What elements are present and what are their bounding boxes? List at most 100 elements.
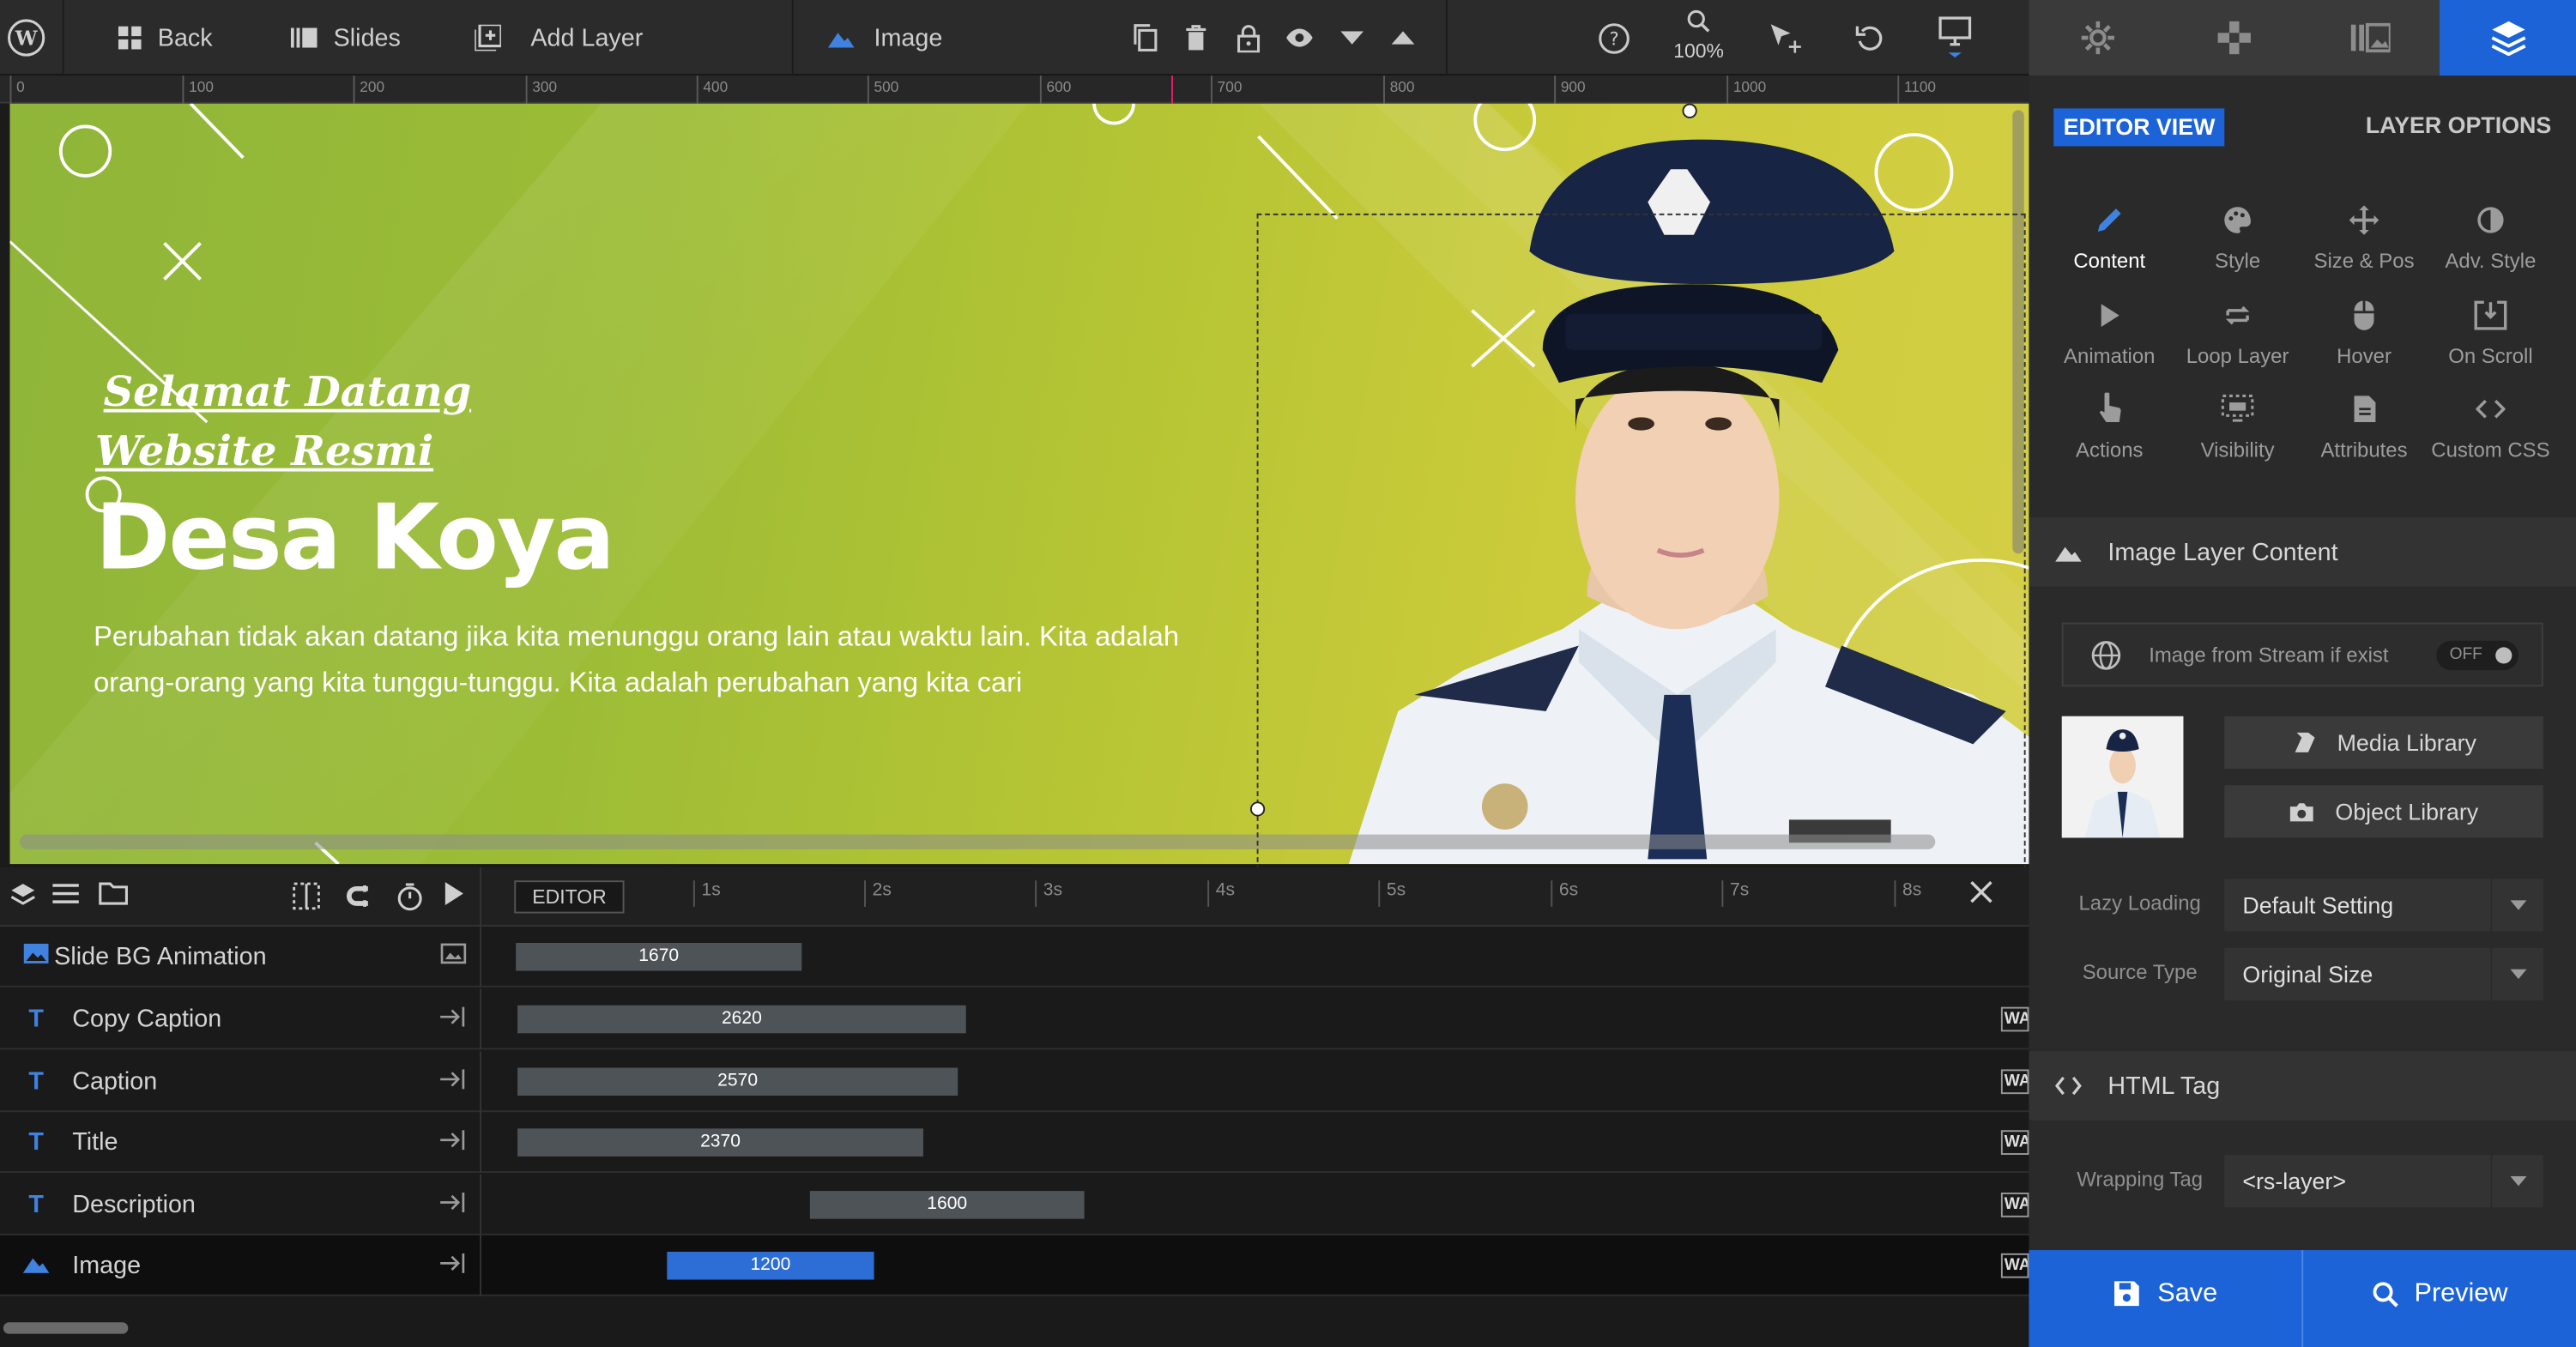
align-end-icon[interactable] <box>440 1006 469 1032</box>
wordpress-logo-button[interactable]: W <box>7 0 46 76</box>
select-area-icon[interactable] <box>293 882 322 911</box>
code-icon <box>2476 399 2506 419</box>
source-type-value: Original Size <box>2242 961 2373 988</box>
timeline-ruler[interactable]: EDITOR 1s 2s 3s 4s 5s 6s 7s 8s <box>481 867 2029 927</box>
option-content[interactable]: Content <box>2046 201 2174 287</box>
layer-name-cell[interactable]: Image <box>0 1235 481 1296</box>
layer-selection-box[interactable] <box>1256 213 2026 867</box>
align-end-icon[interactable] <box>440 1068 469 1095</box>
option-adv-style[interactable]: Adv. Style <box>2427 201 2555 287</box>
loop-icon <box>2225 305 2250 325</box>
tab-settings[interactable] <box>2029 0 2165 76</box>
top-toolbar: W Back Slides Add Layer Image ? 100% <box>0 0 2029 76</box>
move-layer-up-icon[interactable] <box>1385 20 1421 56</box>
source-type-select[interactable]: Original Size <box>2224 947 2543 1001</box>
slides-button[interactable]: Slides <box>290 0 401 76</box>
layer-duration-bar[interactable]: 2570 <box>517 1067 958 1096</box>
desktop-view-icon[interactable] <box>1937 16 1973 58</box>
slide-canvas[interactable]: Selamat Datang Website Resmi Desa Koya P… <box>0 103 2029 867</box>
option-label: Visibility <box>2200 438 2275 462</box>
timeline-row-copy-caption[interactable]: T Copy Caption 2620 WA <box>0 988 2029 1050</box>
html-tag-section[interactable]: HTML Tag <box>2029 1051 2576 1120</box>
lazy-loading-select[interactable]: Default Setting <box>2224 879 2543 932</box>
slide-description[interactable]: Perubahan tidak akan datang jika kita me… <box>94 614 1211 706</box>
option-animation[interactable]: Animation <box>2046 296 2174 382</box>
timeline-row-title[interactable]: T Title 2370 WA <box>0 1112 2029 1174</box>
slide-title[interactable]: Desa Koya <box>95 485 615 590</box>
add-cursor-layer-icon[interactable] <box>1769 20 1805 56</box>
save-button[interactable]: Save <box>2029 1250 2301 1337</box>
layer-name-cell[interactable]: Slide BG Animation <box>0 926 481 988</box>
resize-handle-top[interactable] <box>1682 103 1697 118</box>
time-tick: 6s <box>1551 880 1578 907</box>
layer-duration-bar[interactable]: 1600 <box>809 1191 1085 1219</box>
play-timeline-icon[interactable] <box>444 882 473 911</box>
option-style[interactable]: Style <box>2174 201 2301 287</box>
add-layer-button[interactable]: Add Layer <box>475 0 643 76</box>
caption-text[interactable]: Selamat Datang <box>104 363 472 422</box>
tab-navigation[interactable] <box>2165 0 2301 76</box>
layer-name-cell[interactable]: T Caption <box>0 1051 481 1113</box>
timeline-row-description[interactable]: T Description 1600 WA <box>0 1174 2029 1235</box>
wrapping-tag-select[interactable]: <rs-layer> <box>2224 1154 2543 1208</box>
option-visibility[interactable]: Visibility <box>2174 390 2301 475</box>
layer-name-cell[interactable]: T Copy Caption <box>0 988 481 1050</box>
image-layer-content-section[interactable]: Image Layer Content <box>2029 517 2576 587</box>
stream-toggle[interactable]: OFF <box>2436 640 2519 671</box>
option-attributes[interactable]: Attributes <box>2300 390 2428 475</box>
timeline-scrollbar[interactable] <box>3 1322 129 1334</box>
back-button[interactable]: Back <box>118 0 213 76</box>
image-from-stream-row[interactable]: Image from Stream if exist OFF <box>2061 622 2543 687</box>
object-library-button[interactable]: Object Library <box>2224 785 2543 838</box>
align-end-icon[interactable] <box>440 1128 469 1155</box>
lazy-loading-label: Lazy Loading <box>2078 891 2201 915</box>
copy-caption-text[interactable]: Website Resmi <box>95 422 433 481</box>
layer-name-cell[interactable]: T Description <box>0 1174 481 1235</box>
layer-duration-bar[interactable]: 1670 <box>516 942 802 971</box>
zoom-value: 100% <box>1673 39 1725 63</box>
editor-mode-label[interactable]: EDITOR <box>514 880 625 914</box>
option-size-pos[interactable]: Size & Pos <box>2300 201 2428 287</box>
option-loop-layer[interactable]: Loop Layer <box>2174 296 2301 382</box>
folder-icon[interactable] <box>99 882 128 911</box>
layer-duration-bar[interactable]: 1200 <box>667 1251 874 1280</box>
timeline-row-image[interactable]: Image 1200 WA <box>0 1235 2029 1296</box>
layer-name-cell[interactable]: T Title <box>0 1112 481 1174</box>
undo-icon[interactable] <box>1852 20 1888 56</box>
visibility-eye-icon[interactable] <box>1281 20 1317 56</box>
timeline-row-slide-bg[interactable]: Slide BG Animation 1670 <box>0 926 2029 988</box>
move-layer-down-icon[interactable] <box>1334 20 1370 56</box>
chevron-down-icon <box>2490 879 2543 932</box>
align-end-icon[interactable] <box>440 1252 469 1278</box>
delete-icon[interactable] <box>1178 20 1214 56</box>
media-library-button[interactable]: Media Library <box>2224 716 2543 770</box>
image-thumbnail[interactable] <box>2061 716 2184 838</box>
timeline-row-caption[interactable]: T Caption 2570 WA <box>0 1051 2029 1113</box>
layer-duration-bar[interactable]: 2620 <box>517 1005 966 1034</box>
preview-button[interactable]: Preview <box>2303 1250 2576 1337</box>
list-icon[interactable] <box>52 882 82 911</box>
stopwatch-icon[interactable] <box>396 882 425 911</box>
bg-settings-icon[interactable] <box>440 943 469 969</box>
zoom-control[interactable]: 100% <box>1669 9 1728 63</box>
editor-view-badge[interactable]: EDITOR VIEW <box>2053 108 2225 147</box>
layer-name: Slide BG Animation <box>54 942 267 971</box>
tab-layers[interactable] <box>2440 0 2576 76</box>
duplicate-icon[interactable] <box>1127 20 1163 56</box>
close-timeline-icon[interactable] <box>1968 879 2001 911</box>
option-on-scroll[interactable]: On Scroll <box>2427 296 2555 382</box>
layers-icon[interactable] <box>9 882 39 911</box>
option-custom-css[interactable]: Custom CSS <box>2427 390 2555 475</box>
help-icon[interactable]: ? <box>1595 20 1631 56</box>
timeline-scroll-area <box>0 1310 481 1347</box>
option-hover[interactable]: Hover <box>2300 296 2428 382</box>
lock-icon[interactable] <box>1231 20 1267 56</box>
magnet-icon[interactable] <box>345 882 374 911</box>
option-actions[interactable]: Actions <box>2046 390 2174 475</box>
hand-icon <box>2099 392 2121 423</box>
layer-options-title: LAYER OPTIONS <box>2365 112 2552 138</box>
layer-duration-bar[interactable]: 2370 <box>517 1128 923 1157</box>
align-end-icon[interactable] <box>440 1191 469 1217</box>
tab-slides[interactable] <box>2301 0 2438 76</box>
resize-handle-bottom[interactable] <box>1249 801 1266 817</box>
